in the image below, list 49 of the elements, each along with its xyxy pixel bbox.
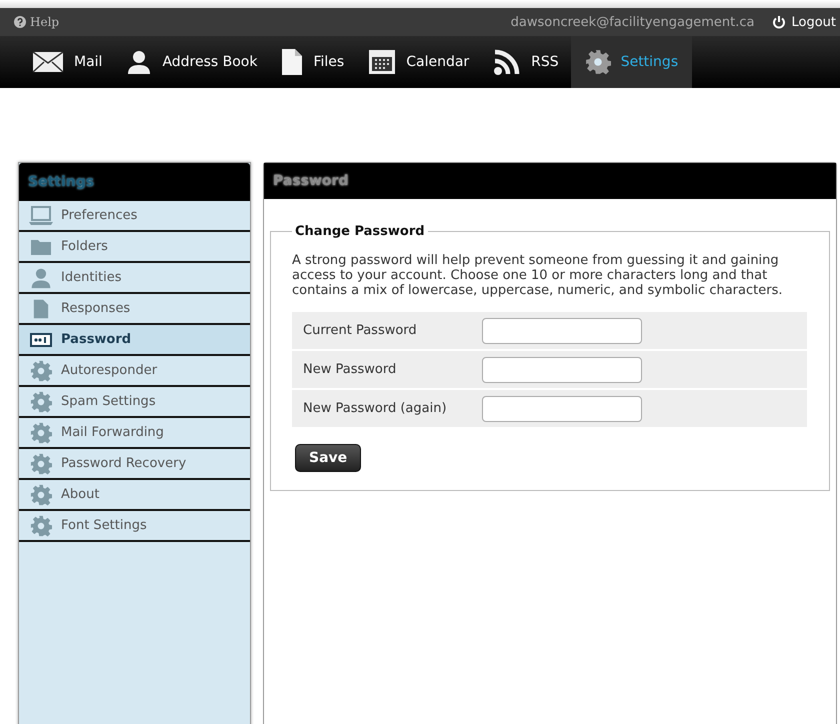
- sidebar-item[interactable]: Password Recovery: [19, 449, 250, 480]
- nav-tab[interactable]: Calendar: [356, 36, 482, 88]
- sidebar-item[interactable]: Folders: [19, 232, 250, 263]
- field-label: Current Password: [303, 323, 418, 338]
- gear-icon: [30, 422, 52, 444]
- password-icon: [30, 332, 52, 346]
- sidebar-item[interactable]: Font Settings: [19, 511, 250, 542]
- folder-icon: [30, 238, 52, 256]
- sidebar-item[interactable]: Spam Settings: [19, 387, 250, 418]
- nav-tab[interactable]: Address Book: [114, 36, 270, 88]
- envelope-icon: [32, 51, 64, 73]
- person-icon: [126, 49, 152, 75]
- password-field[interactable]: [482, 356, 642, 382]
- field-label: New Password (again): [303, 401, 448, 416]
- help-icon: [14, 16, 26, 28]
- gear-icon: [30, 360, 52, 382]
- sidebar-title: Settings: [19, 163, 250, 201]
- password-field[interactable]: [482, 396, 642, 422]
- nav-tab[interactable]: Files: [269, 36, 356, 88]
- person-icon: [30, 266, 52, 288]
- gear-icon: [30, 514, 52, 536]
- save-button[interactable]: Save: [295, 444, 362, 472]
- section-title: Change Password: [294, 224, 426, 239]
- logout-link[interactable]: Logout: [772, 14, 836, 30]
- gear-icon: [30, 390, 52, 412]
- gear-icon: [30, 484, 52, 506]
- sidebar-item[interactable]: About: [19, 480, 250, 511]
- document-icon: [33, 298, 49, 318]
- sidebar-item[interactable]: Preferences: [19, 201, 250, 232]
- nav-tab[interactable]: RSS: [481, 36, 571, 88]
- sidebar-item[interactable]: Mail Forwarding: [19, 418, 250, 449]
- sidebar-item[interactable]: Autoresponder: [19, 356, 250, 387]
- nav-tab[interactable]: Settings: [570, 36, 692, 88]
- gear-icon: [30, 452, 52, 474]
- power-icon: [772, 15, 786, 29]
- calendar-icon: [368, 49, 396, 75]
- field-label: New Password: [303, 362, 398, 377]
- laptop-icon: [29, 206, 53, 226]
- description-text: A strong password will help prevent someone from guessing it and gaining access to your account. Choose one 10 or more characters long and that contains a mix of lowercase, uppercase, numeric, and symbolic characters.: [292, 253, 784, 298]
- nav-tab[interactable]: Mail: [20, 36, 114, 88]
- account-email: dawsoncreek@facilityengagement.ca: [510, 14, 754, 30]
- document-icon: [281, 48, 304, 76]
- gear-icon: [584, 49, 611, 75]
- sidebar-item[interactable]: Password: [19, 325, 250, 356]
- panel-title: Password: [264, 163, 836, 199]
- password-field[interactable]: [482, 318, 642, 344]
- sidebar-item[interactable]: Identities: [19, 263, 250, 294]
- rss-icon: [493, 48, 522, 76]
- help-link[interactable]: Help: [14, 15, 60, 29]
